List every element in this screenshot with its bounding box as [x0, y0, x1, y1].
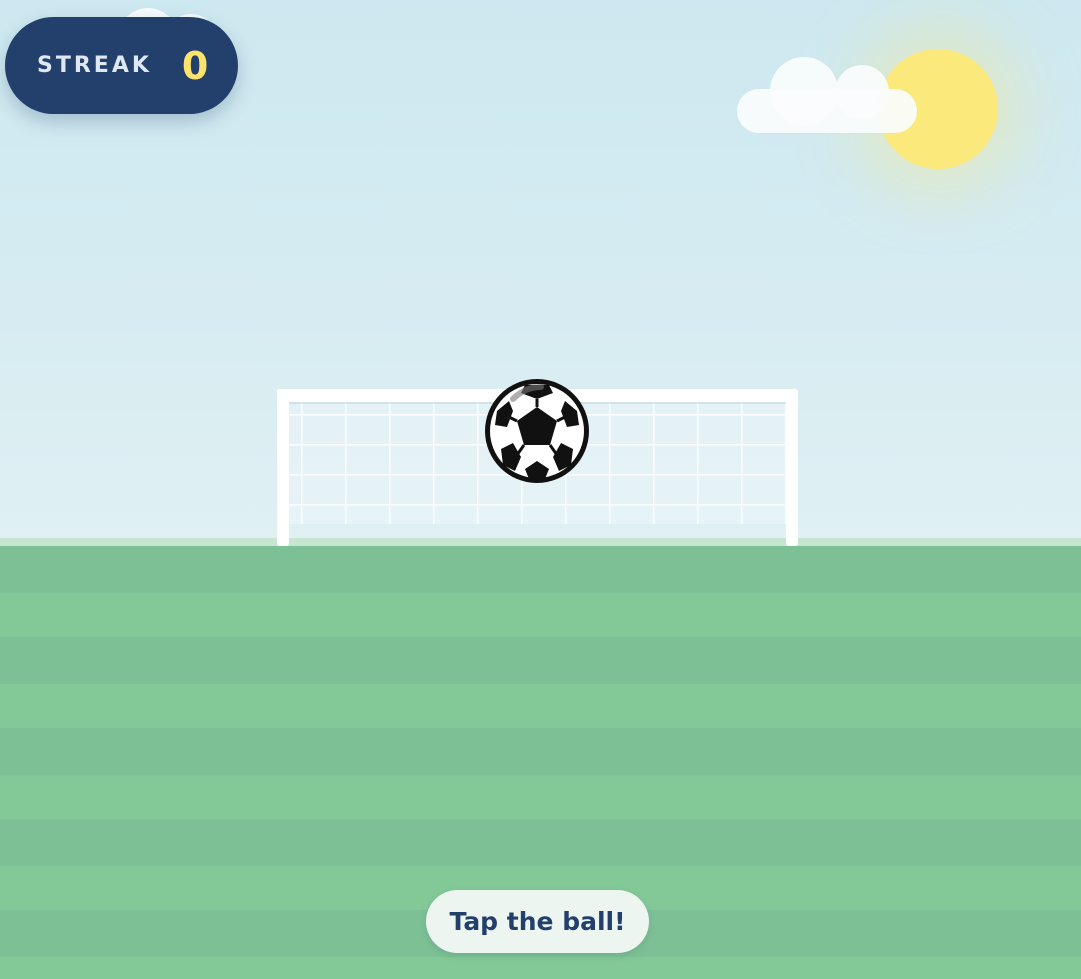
- streak-label: STREAK: [37, 53, 152, 78]
- streak-value: 0: [181, 43, 209, 88]
- game-scene: STREAK 0 Tap the ball!: [0, 0, 1081, 979]
- goal-post-right: [786, 389, 798, 546]
- instruction-text: Tap the ball!: [449, 907, 626, 936]
- cloud-icon: [737, 57, 917, 133]
- instruction-pill: Tap the ball!: [426, 890, 649, 953]
- goal-post-left: [277, 389, 289, 546]
- streak-counter: STREAK 0: [5, 17, 238, 114]
- soccer-ball-icon[interactable]: [483, 377, 591, 485]
